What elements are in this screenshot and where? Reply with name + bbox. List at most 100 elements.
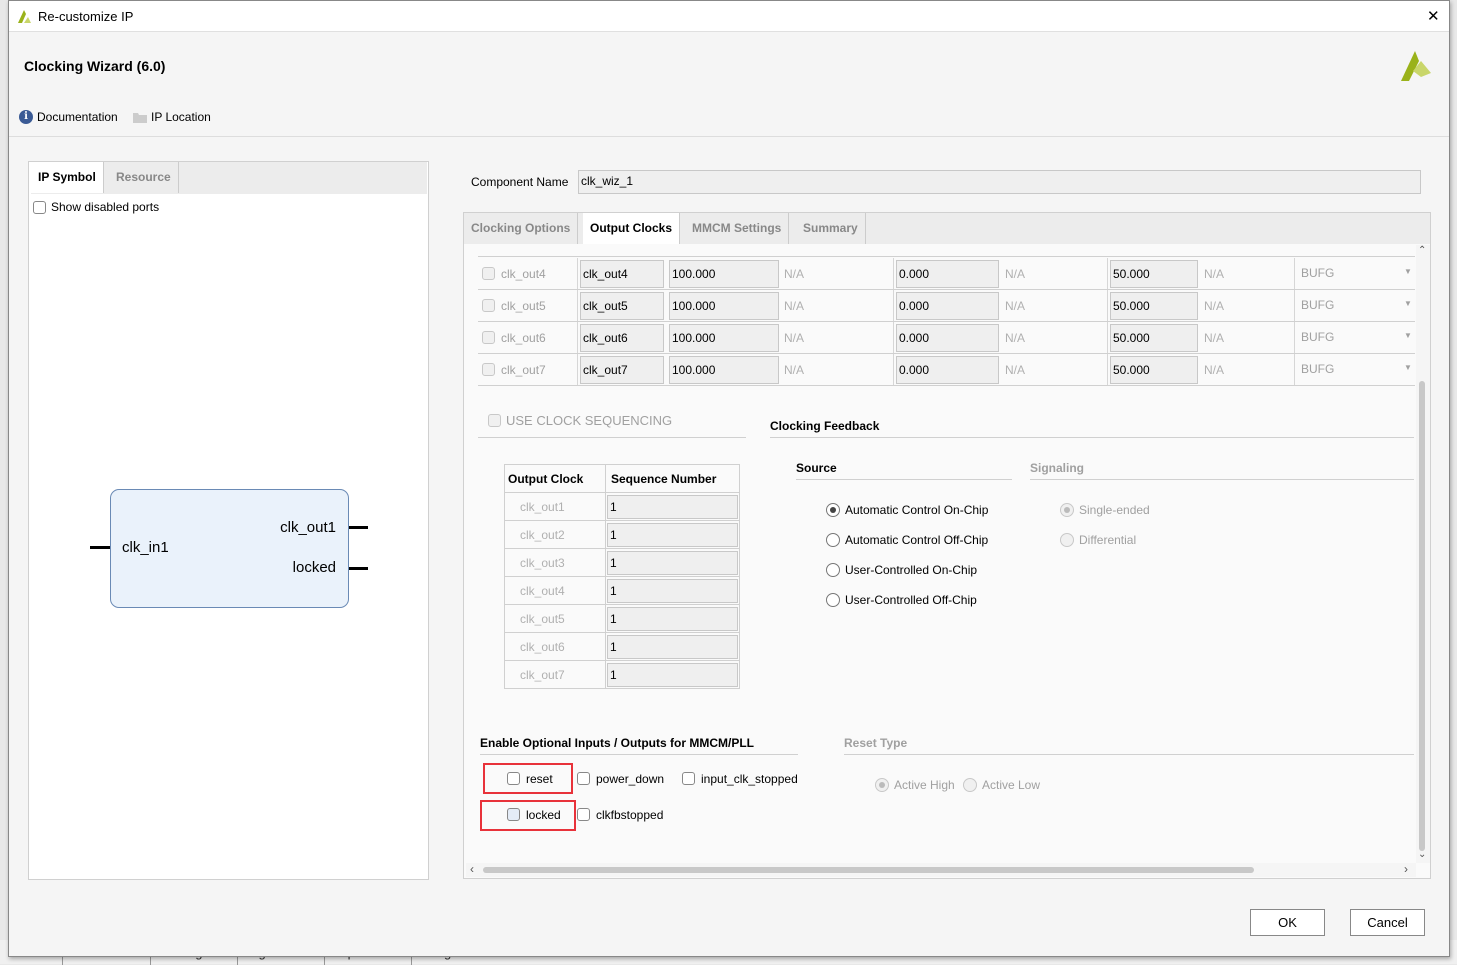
feedback-source-label: Automatic Control On-Chip xyxy=(845,503,989,517)
cancel-button[interactable]: Cancel xyxy=(1350,909,1425,936)
drive-select-value: BUFG xyxy=(1301,266,1335,280)
close-icon[interactable]: ✕ xyxy=(1427,7,1440,25)
phase-input[interactable]: 0.000 xyxy=(896,260,999,288)
use-clock-sequencing-label: USE CLOCK SEQUENCING xyxy=(506,413,673,428)
horizontal-scrollbar[interactable]: ‹ › xyxy=(466,862,1416,877)
documentation-link[interactable]: Documentation xyxy=(37,110,118,124)
sequence-output-clock: clk_out3 xyxy=(504,548,606,577)
drive-select[interactable]: BUFG ▼ xyxy=(1296,356,1414,384)
port-name-input[interactable]: clk_out7 xyxy=(580,356,664,384)
vertical-scrollbar[interactable]: ⌃ ⌄ xyxy=(1416,245,1430,863)
ip-location-link[interactable]: IP Location xyxy=(151,110,211,124)
output-freq-input[interactable]: 100.000 xyxy=(669,260,779,288)
sequence-number-input[interactable]: 1 xyxy=(607,578,738,603)
tab-clocking-options[interactable]: Clocking Options xyxy=(464,213,579,244)
cell-divider xyxy=(1001,322,1108,353)
tab-resource[interactable]: Resource xyxy=(109,162,179,193)
signaling-radio[interactable] xyxy=(1060,533,1074,547)
sequence-row: clk_out1 1 xyxy=(504,492,740,521)
sequence-row: clk_out3 1 xyxy=(504,548,740,577)
duty-cycle-input[interactable]: 50.000 xyxy=(1110,260,1198,288)
feedback-source-label: User-Controlled On-Chip xyxy=(845,563,978,577)
port-clk-out1: clk_out1 xyxy=(280,519,336,536)
input-clk-stopped-checkbox[interactable] xyxy=(682,772,695,785)
scroll-up-icon[interactable]: ⌃ xyxy=(1418,245,1426,256)
clkfbstopped-checkbox[interactable] xyxy=(577,808,590,821)
component-name-input[interactable]: clk_wiz_1 xyxy=(578,170,1421,194)
sequence-output-clock: clk_out7 xyxy=(504,660,606,689)
drive-select[interactable]: BUFG ▼ xyxy=(1296,324,1414,352)
signaling-radio[interactable] xyxy=(1060,503,1074,517)
output-freq-input[interactable]: 100.000 xyxy=(669,356,779,384)
ip-symbol-panel: IP Symbol Resource Show disabled ports c… xyxy=(28,161,429,880)
recustomize-ip-dialog: Re-customize IP ✕ Clocking Wizard (6.0) … xyxy=(8,0,1450,957)
sequence-number-input[interactable]: 1 xyxy=(607,550,738,575)
reset-checkbox[interactable] xyxy=(507,772,520,785)
feedback-source-radio[interactable] xyxy=(826,503,840,517)
reset-type-header: Reset Type xyxy=(844,736,1414,755)
col-output-clock: Output Clock xyxy=(504,464,606,493)
power-down-checkbox[interactable] xyxy=(577,772,590,785)
cell-divider xyxy=(1200,354,1295,385)
sequence-number-input[interactable]: 1 xyxy=(607,606,738,631)
header-divider xyxy=(9,136,1449,137)
config-tab-bar: Clocking Options Output Clocks MMCM Sett… xyxy=(464,213,1430,244)
info-icon: i xyxy=(19,110,33,124)
source-header: Source xyxy=(796,461,1012,480)
cell-divider xyxy=(478,290,578,321)
tab-output-clocks[interactable]: Output Clocks xyxy=(583,213,681,244)
vertical-scroll-thumb[interactable] xyxy=(1419,381,1425,851)
cell-divider xyxy=(781,290,894,321)
optional-io-header: Enable Optional Inputs / Outputs for MMC… xyxy=(480,736,798,755)
tab-mmcm-settings[interactable]: MMCM Settings xyxy=(685,213,790,244)
phase-input[interactable]: 0.000 xyxy=(896,292,999,320)
signaling-label: Differential xyxy=(1079,533,1137,547)
port-name-input[interactable]: clk_out4 xyxy=(580,260,664,288)
output-freq-input[interactable]: 100.000 xyxy=(669,292,779,320)
tab-summary[interactable]: Summary xyxy=(796,213,866,244)
window-title: Re-customize IP xyxy=(38,9,134,24)
output-freq-input[interactable]: 100.000 xyxy=(669,324,779,352)
tab-ip-symbol[interactable]: IP Symbol xyxy=(31,162,104,193)
sequence-cell: 1 xyxy=(605,576,740,605)
cell-divider xyxy=(1200,322,1295,353)
sequence-cell: 1 xyxy=(605,548,740,577)
locked-checkbox[interactable] xyxy=(507,808,520,821)
cell-divider xyxy=(1200,290,1295,321)
sequence-cell: 1 xyxy=(605,660,740,689)
sequence-number-input[interactable]: 1 xyxy=(607,494,738,519)
drive-select[interactable]: BUFG ▼ xyxy=(1296,292,1414,320)
drive-select-value: BUFG xyxy=(1301,330,1335,344)
cell-divider xyxy=(1001,258,1108,289)
duty-cycle-input[interactable]: 50.000 xyxy=(1110,324,1198,352)
duty-cycle-input[interactable]: 50.000 xyxy=(1110,292,1198,320)
scroll-left-icon[interactable]: ‹ xyxy=(470,862,474,876)
drive-select[interactable]: BUFG ▼ xyxy=(1296,260,1414,288)
sequence-number-input[interactable]: 1 xyxy=(607,522,738,547)
use-clock-sequencing-checkbox[interactable] xyxy=(488,414,501,427)
scroll-right-icon[interactable]: › xyxy=(1404,862,1408,876)
feedback-source-radio[interactable] xyxy=(826,563,840,577)
duty-cycle-input[interactable]: 50.000 xyxy=(1110,356,1198,384)
drive-select-value: BUFG xyxy=(1301,362,1335,376)
horizontal-scroll-thumb[interactable] xyxy=(483,867,1254,873)
feedback-source-radio[interactable] xyxy=(826,593,840,607)
sequence-number-input[interactable]: 1 xyxy=(607,634,738,659)
sequence-output-clock: clk_out1 xyxy=(504,492,606,521)
reset-type-radio[interactable] xyxy=(963,778,977,792)
port-name-input[interactable]: clk_out6 xyxy=(580,324,664,352)
locked-label: locked xyxy=(526,808,561,822)
scroll-down-icon[interactable]: ⌄ xyxy=(1418,849,1426,860)
component-name-label: Component Name xyxy=(471,175,569,189)
phase-input[interactable]: 0.000 xyxy=(896,356,999,384)
port-locked: locked xyxy=(292,559,336,576)
port-name-input[interactable]: clk_out5 xyxy=(580,292,664,320)
reset-label: reset xyxy=(526,772,553,786)
show-disabled-ports-checkbox[interactable] xyxy=(33,201,46,214)
reset-type-radio[interactable] xyxy=(875,778,889,792)
ok-button[interactable]: OK xyxy=(1250,909,1325,936)
feedback-source-radio[interactable] xyxy=(826,533,840,547)
sequence-row: clk_out4 1 xyxy=(504,576,740,605)
sequence-number-input[interactable]: 1 xyxy=(607,662,738,687)
phase-input[interactable]: 0.000 xyxy=(896,324,999,352)
